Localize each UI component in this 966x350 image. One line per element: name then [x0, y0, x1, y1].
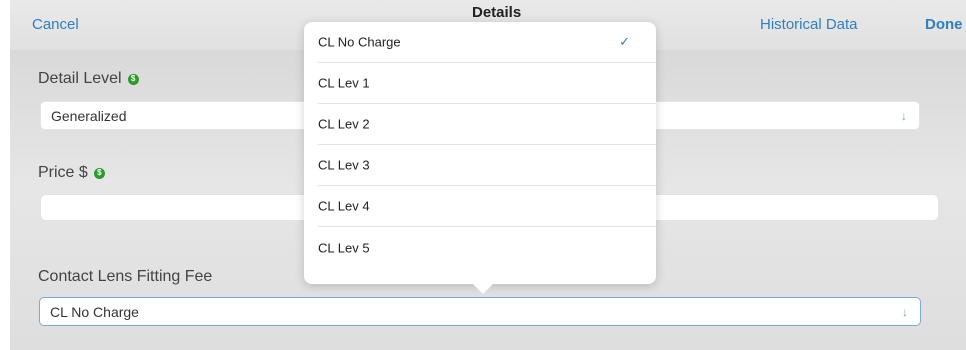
price-label-row: Price $ $ [38, 164, 105, 182]
fitting-fee-label: Contact Lens Fitting Fee [38, 268, 213, 285]
fitting-fee-value: CL No Charge [50, 303, 139, 320]
detail-level-value: Generalized [51, 107, 127, 124]
dropdown-option[interactable]: CL No Charge ✓ [318, 22, 656, 63]
details-screen: Cancel Details Historical Data Done Deta… [0, 0, 966, 350]
dropdown-option[interactable]: CL Lev 4 [318, 186, 656, 227]
dropdown-option[interactable]: CL Lev 3 [318, 145, 656, 186]
fitting-fee-dropdown: CL No Charge ✓ CL Lev 1 CL Lev 2 CL Lev … [304, 22, 656, 284]
chevron-down-icon: ↓ [902, 304, 908, 319]
dropdown-option-label: CL Lev 4 [318, 198, 370, 214]
chevron-down-icon: ↓ [901, 108, 907, 123]
dollar-info-icon[interactable]: $ [93, 167, 105, 179]
detail-level-label-row: Detail Level $ [38, 70, 139, 88]
dropdown-option[interactable]: CL Lev 1 [318, 63, 656, 104]
dropdown-option-label: CL Lev 2 [318, 116, 370, 132]
dropdown-option-label: CL No Charge [318, 34, 401, 50]
dropdown-option[interactable]: CL Lev 2 [318, 104, 656, 145]
dollar-info-icon[interactable]: $ [127, 73, 139, 85]
done-button[interactable]: Done [925, 16, 963, 33]
price-label: Price $ [38, 164, 88, 181]
fitting-fee-select[interactable]: CL No Charge ↓ [39, 297, 921, 326]
checkmark-icon: ✓ [619, 34, 630, 49]
detail-level-label: Detail Level [38, 70, 122, 87]
page-title: Details [472, 4, 522, 21]
historical-data-button[interactable]: Historical Data [760, 16, 858, 33]
dropdown-option-label: CL Lev 3 [318, 157, 370, 173]
dropdown-option-label: CL Lev 5 [318, 240, 370, 255]
popover-arrow [472, 283, 494, 294]
fitting-fee-label-row: Contact Lens Fitting Fee [38, 268, 212, 286]
cancel-button[interactable]: Cancel [32, 16, 79, 33]
dropdown-option-label: CL Lev 1 [318, 75, 370, 91]
dropdown-option[interactable]: CL Lev 5 [318, 227, 656, 268]
